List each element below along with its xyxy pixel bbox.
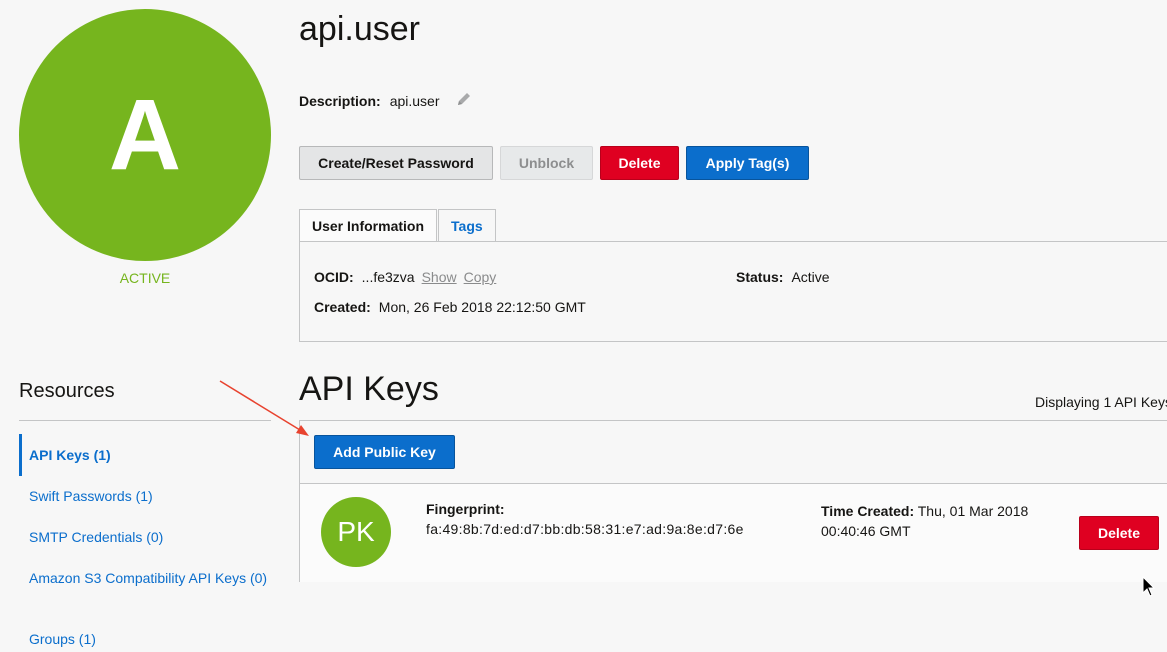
- created-label: Created:: [314, 299, 371, 315]
- resource-groups[interactable]: Groups (1): [29, 629, 269, 649]
- delete-key-button[interactable]: Delete: [1079, 516, 1159, 550]
- status-row: Status: Active: [736, 269, 830, 285]
- resources-active-indicator: [19, 434, 22, 476]
- fingerprint-label: Fingerprint:: [426, 501, 505, 517]
- action-bar: Create/Reset Password Unblock Delete App…: [299, 146, 809, 180]
- description-row: Description: api.user: [299, 91, 472, 111]
- tab-tags[interactable]: Tags: [438, 209, 496, 242]
- time-created: Time Created: Thu, 01 Mar 2018 00:40:46 …: [821, 501, 1051, 541]
- user-avatar: A: [19, 9, 271, 261]
- user-avatar-letter: A: [108, 78, 182, 191]
- pencil-icon[interactable]: [456, 91, 472, 111]
- ocid-show-link[interactable]: Show: [422, 269, 457, 285]
- fingerprint-value: fa:49:8b:7d:ed:d7:bb:db:58:31:e7:ad:9a:8…: [426, 521, 744, 537]
- status-value: Active: [791, 269, 830, 285]
- status-label: Status:: [736, 269, 784, 285]
- apply-tags-button[interactable]: Apply Tag(s): [686, 146, 809, 180]
- list-item: PK Fingerprint: fa:49:8b:7d:ed:d7:bb:db:…: [300, 484, 1167, 582]
- create-reset-password-button[interactable]: Create/Reset Password: [299, 146, 493, 180]
- api-keys-count: Displaying 1 API Keys: [1035, 394, 1167, 410]
- mouse-cursor-icon: [1142, 576, 1156, 597]
- api-keys-panel: Add Public Key PK Fingerprint: fa:49:8b:…: [299, 420, 1167, 582]
- ocid-row: OCID: ...fe3zva Show Copy: [314, 269, 496, 285]
- user-tabs: User Information Tags: [299, 209, 496, 242]
- unblock-button[interactable]: Unblock: [500, 146, 593, 180]
- page-title: api.user: [299, 10, 420, 48]
- created-value: Mon, 26 Feb 2018 22:12:50 GMT: [378, 299, 586, 315]
- ocid-copy-link[interactable]: Copy: [464, 269, 497, 285]
- ocid-value: ...fe3zva: [361, 269, 415, 285]
- resources-divider: [19, 420, 271, 421]
- time-created-label: Time Created:: [821, 503, 915, 519]
- tab-user-information[interactable]: User Information: [299, 209, 438, 242]
- delete-user-button[interactable]: Delete: [600, 146, 679, 180]
- ocid-label: OCID:: [314, 269, 354, 285]
- key-avatar: PK: [321, 497, 391, 567]
- description-label: Description:: [299, 93, 381, 109]
- user-status: ACTIVE: [119, 270, 171, 286]
- resource-swift-passwords[interactable]: Swift Passwords (1): [29, 486, 269, 506]
- description-value: api.user: [389, 93, 440, 109]
- user-info-panel: OCID: ...fe3zva Show Copy Created: Mon, …: [299, 241, 1167, 342]
- resource-s3-compat-keys[interactable]: Amazon S3 Compatibility API Keys (0): [29, 568, 269, 588]
- resources-title: Resources: [19, 380, 115, 402]
- resource-api-keys[interactable]: API Keys (1): [29, 445, 269, 465]
- created-row: Created: Mon, 26 Feb 2018 22:12:50 GMT: [314, 299, 586, 315]
- api-keys-title: API Keys: [299, 370, 439, 408]
- resource-smtp-credentials[interactable]: SMTP Credentials (0): [29, 527, 269, 547]
- add-public-key-button[interactable]: Add Public Key: [314, 435, 455, 469]
